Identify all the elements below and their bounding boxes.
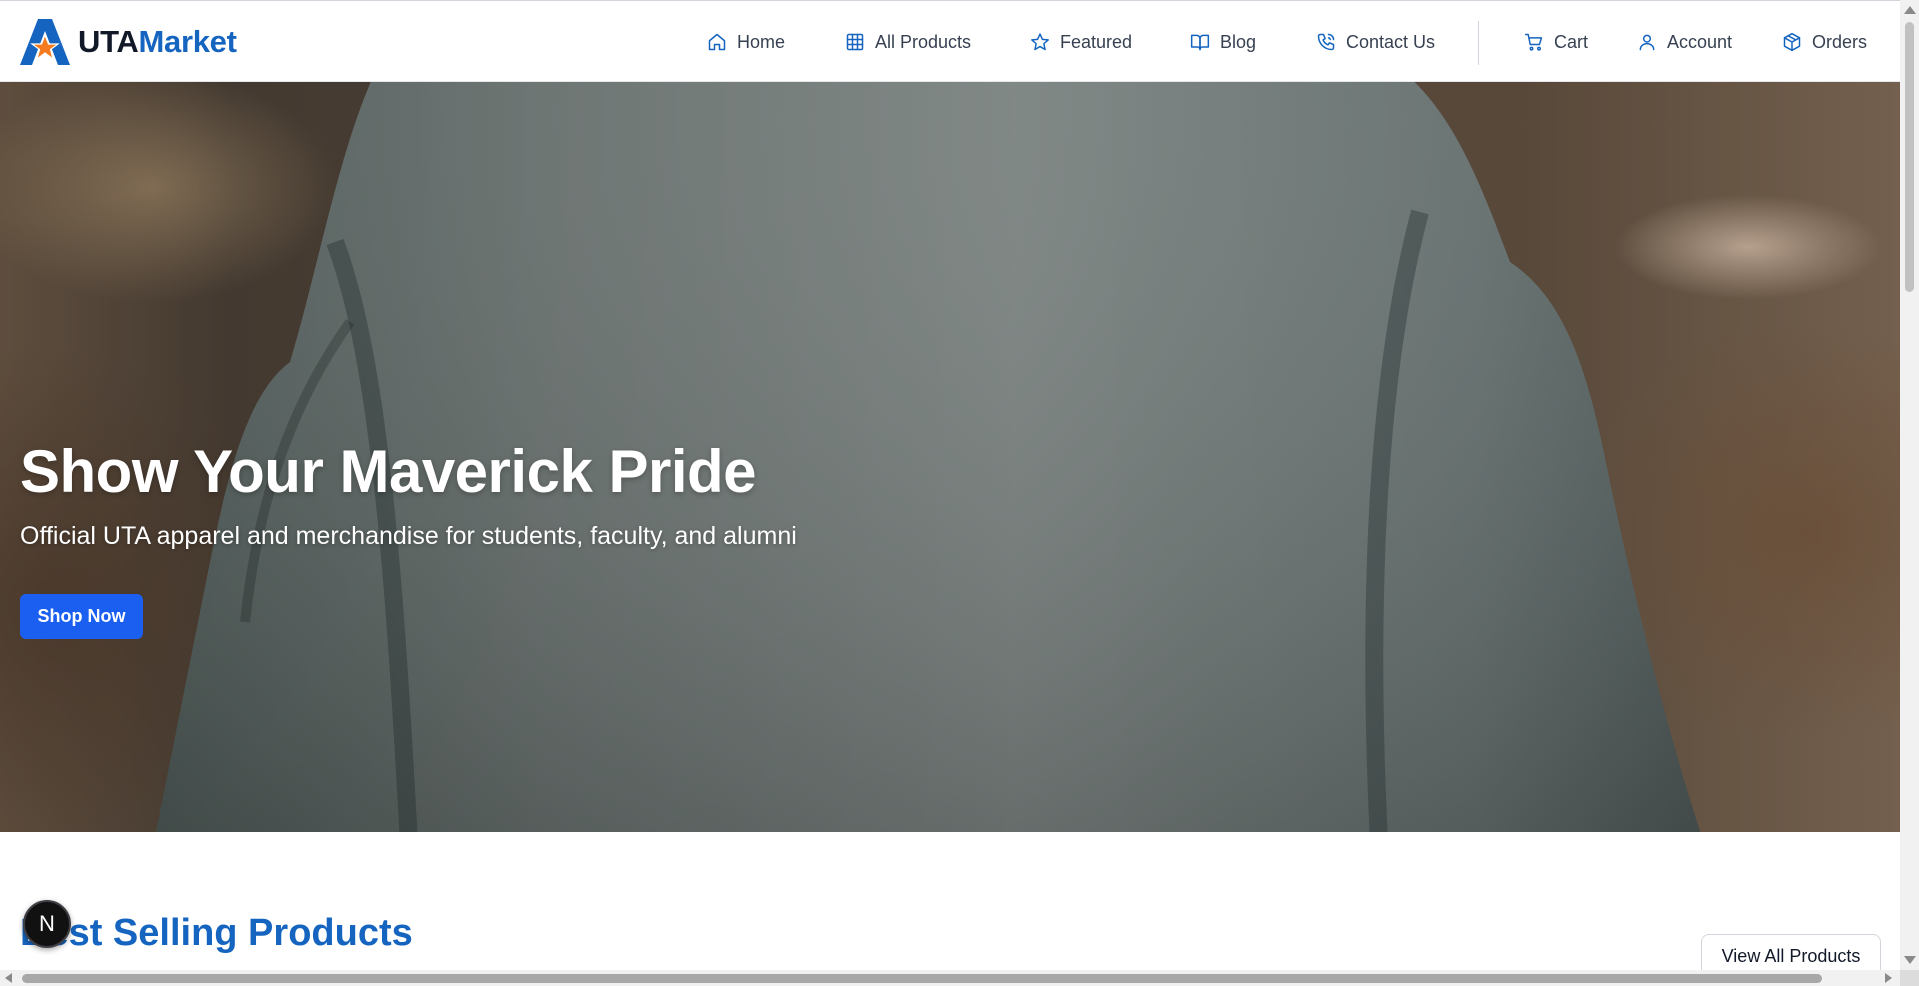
brand-name-uta: UTA — [78, 24, 139, 59]
uta-star-logo — [20, 19, 70, 65]
nav-account[interactable]: Account — [1637, 29, 1732, 55]
hero-subtitle: Official UTA apparel and merchandise for… — [20, 522, 797, 550]
hero-banner: Show Your Maverick Pride Official UTA ap… — [0, 82, 1900, 832]
nav-cart-label: Cart — [1554, 31, 1589, 52]
scroll-down-arrow-icon[interactable] — [1904, 956, 1916, 964]
nav-home[interactable]: Home — [707, 29, 785, 55]
book-icon — [1190, 34, 1210, 51]
nav-blog[interactable]: Blog — [1190, 29, 1256, 55]
nav-all-products[interactable]: All Products — [845, 29, 971, 55]
best-selling-title: Best Selling Products — [20, 912, 413, 954]
nav-orders-label: Orders — [1812, 31, 1868, 52]
nav-divider — [1478, 21, 1479, 65]
cart-icon — [1524, 33, 1543, 51]
grid-icon — [846, 33, 864, 51]
brand-name-market: Market — [138, 24, 237, 59]
nav-featured-label: Featured — [1060, 31, 1133, 52]
hero-title: Show Your Maverick Pride — [20, 438, 757, 505]
user-icon — [1639, 34, 1655, 51]
brand-logo-link[interactable]: UTAMarket — [20, 19, 237, 65]
nav-blog-label: Blog — [1220, 31, 1257, 52]
brand-name: UTAMarket — [78, 24, 237, 60]
scroll-up-arrow-icon[interactable] — [1904, 6, 1916, 14]
phone-icon — [1317, 33, 1335, 51]
top-navbar: UTAMarket Home All Products Featured Blo… — [0, 0, 1900, 82]
floating-n-letter: N — [39, 911, 55, 936]
nav-account-label: Account — [1667, 31, 1733, 52]
star-icon — [1031, 33, 1049, 51]
horizontal-scrollbar[interactable] — [0, 970, 1900, 986]
vertical-scrollbar[interactable] — [1900, 0, 1919, 970]
nav-contact-us-label: Contact Us — [1346, 31, 1436, 52]
floating-n-badge[interactable]: N — [23, 900, 71, 948]
scrollbar-corner — [1900, 970, 1919, 986]
nav-home-label: Home — [737, 31, 786, 52]
nav-orders[interactable]: Orders — [1782, 29, 1867, 55]
nav-cart[interactable]: Cart — [1524, 29, 1588, 55]
nav-featured[interactable]: Featured — [1030, 29, 1132, 55]
home-icon — [708, 33, 726, 51]
scroll-left-arrow-icon[interactable] — [5, 973, 12, 983]
scroll-right-arrow-icon[interactable] — [1885, 973, 1892, 983]
nav-all-products-label: All Products — [875, 31, 972, 52]
horizontal-scroll-thumb[interactable] — [22, 974, 1822, 983]
package-icon — [1783, 32, 1801, 52]
vertical-scroll-thumb[interactable] — [1905, 22, 1914, 292]
nav-contact-us[interactable]: Contact Us — [1316, 29, 1435, 55]
shop-now-button[interactable]: Shop Now — [20, 594, 143, 639]
